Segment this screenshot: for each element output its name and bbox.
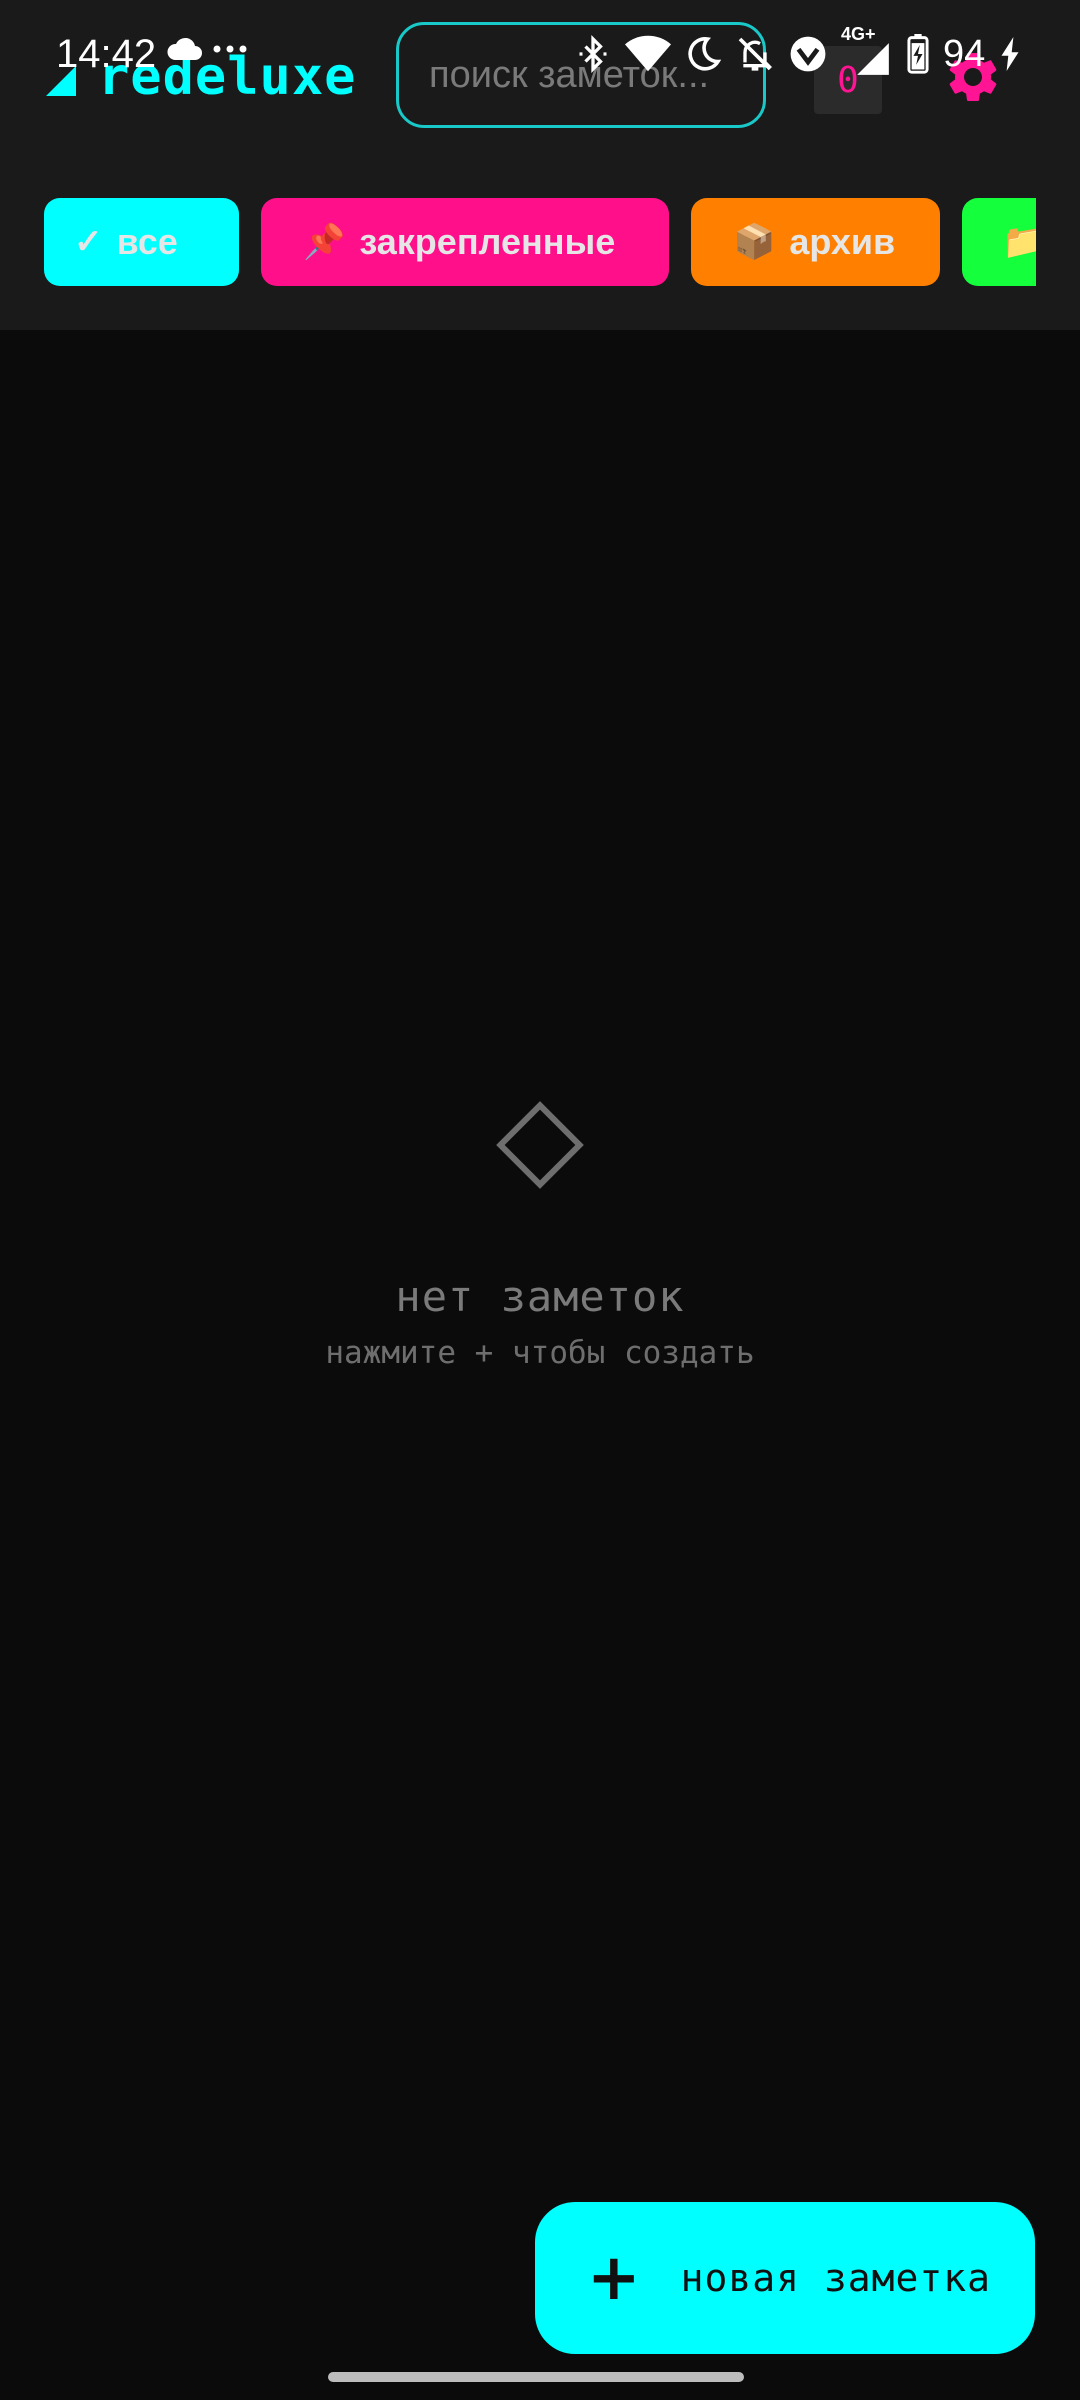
charging-bolt-icon — [1001, 37, 1019, 71]
status-bar: 14:42 4G+ 94 — [0, 0, 1080, 110]
plus-icon: + — [587, 2241, 641, 2315]
signal-icon — [857, 43, 889, 75]
diamond-outline-icon — [496, 1101, 584, 1189]
filter-chip-label: архив — [789, 221, 896, 262]
battery-level: 94 — [943, 33, 986, 75]
screen: redeluxe 0 ✓ все 📌 закрепленные 📦 архив — [0, 0, 1080, 2400]
bluetooth-icon — [579, 35, 607, 73]
new-note-button[interactable]: + новая заметка — [535, 2202, 1035, 2354]
filter-chip-all[interactable]: ✓ все — [44, 198, 239, 286]
more-dots-icon — [213, 45, 247, 53]
filter-chip-label: все — [116, 221, 178, 262]
filter-chip-pinned[interactable]: 📌 закрепленные — [261, 198, 669, 286]
cloud-icon — [167, 37, 202, 60]
folder-icon: 📁 — [1002, 223, 1036, 261]
empty-state: нет заметок нажмите + чтобы создать — [0, 1090, 1080, 1371]
status-right-icons: 4G+ 94 — [575, 24, 1021, 82]
filter-chip-archive[interactable]: 📦 архив — [691, 198, 940, 286]
filter-chip-label: закрепленные — [359, 221, 616, 262]
vpn-check-icon — [790, 36, 826, 72]
pin-icon: 📌 — [303, 223, 346, 261]
gesture-nav-handle[interactable] — [328, 2372, 744, 2382]
check-icon: ✓ — [74, 223, 103, 261]
empty-state-subtitle: нажмите + чтобы создать — [325, 1335, 755, 1371]
battery-icon — [907, 34, 929, 74]
do-not-disturb-moon-icon — [688, 37, 721, 71]
package-icon: 📦 — [733, 223, 776, 261]
bell-off-icon — [738, 37, 773, 71]
wifi-icon — [625, 35, 671, 72]
filter-chip-folder[interactable]: 📁 — [962, 198, 1036, 286]
filter-chips: ✓ все 📌 закрепленные 📦 архив 📁 — [44, 198, 1036, 286]
status-time: 14:42 — [56, 32, 157, 76]
status-left-icons — [166, 36, 248, 62]
empty-state-title: нет заметок — [395, 1272, 685, 1321]
cellular-signal: 4G+ — [841, 24, 893, 78]
new-note-label: новая заметка — [680, 2256, 992, 2300]
